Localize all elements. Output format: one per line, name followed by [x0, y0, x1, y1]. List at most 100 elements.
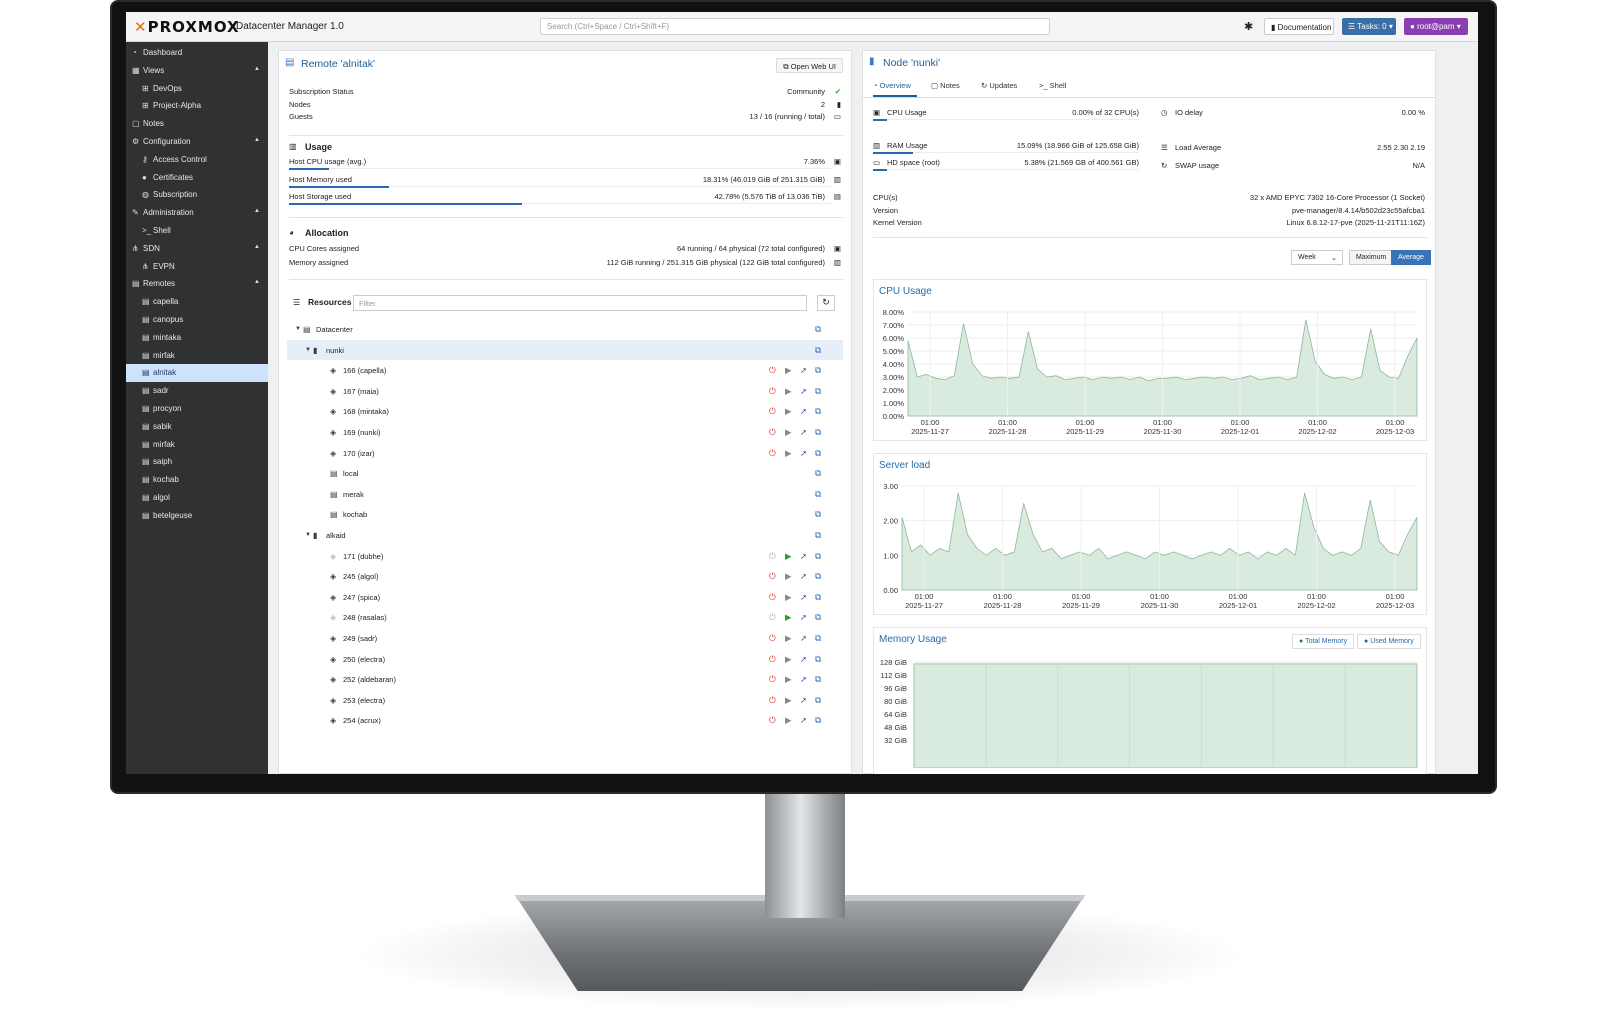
tree-row-guest[interactable]: ◈ 166 (capella) ⏻ ▶ ➚ ⧉	[287, 360, 843, 380]
sidebar-item-capella[interactable]: ▤ capella	[126, 293, 268, 311]
external-link-icon[interactable]: ⧉	[815, 468, 821, 479]
migrate-icon[interactable]: ➚	[800, 592, 807, 603]
tree-row-storage[interactable]: ▤ local ⧉	[287, 463, 843, 483]
sidebar-item-procyon[interactable]: ▤ procyon	[126, 400, 268, 418]
sidebar-item-dashboard[interactable]: ◔ Dashboard	[126, 44, 268, 62]
tree-row-guest[interactable]: ◈ 253 (electra) ⏻ ▶ ➚ ⧉	[287, 690, 843, 710]
external-link-icon[interactable]: ⧉	[815, 695, 821, 706]
sidebar-item-sabik[interactable]: ▤ sabik	[126, 418, 268, 436]
start-icon[interactable]: ▶	[785, 592, 792, 603]
power-icon[interactable]: ⏻	[769, 592, 776, 603]
sidebar-item-sadr[interactable]: ▤ sadr	[126, 382, 268, 400]
legend-total-memory[interactable]: ● Total Memory	[1292, 634, 1355, 649]
tree-row-guest[interactable]: ◈ 171 (dubhe) ⏻ ▶ ➚ ⧉	[287, 546, 843, 566]
sidebar-item-mirfak[interactable]: ▤ mirfak	[126, 347, 268, 365]
tree-row-guest[interactable]: ◈ 168 (mintaka) ⏻ ▶ ➚ ⧉	[287, 401, 843, 421]
external-link-icon[interactable]: ⧉	[815, 674, 821, 685]
sidebar-item-devops[interactable]: ⊞ DevOps	[126, 80, 268, 98]
sidebar-item-sdn[interactable]: ⋔ SDN ▲	[126, 240, 268, 258]
start-icon[interactable]: ▶	[785, 406, 792, 417]
tasks-button[interactable]: ☰ Tasks: 0 ▾	[1342, 18, 1396, 35]
migrate-icon[interactable]: ➚	[800, 365, 807, 376]
sidebar-item-project-alpha[interactable]: ⊞ Project-Alpha	[126, 97, 268, 115]
external-link-icon[interactable]: ⧉	[815, 324, 821, 335]
migrate-icon[interactable]: ➚	[800, 551, 807, 562]
start-icon[interactable]: ▶	[785, 612, 792, 623]
migrate-icon[interactable]: ➚	[800, 695, 807, 706]
external-link-icon[interactable]: ⧉	[815, 571, 821, 582]
sidebar-item-subscription[interactable]: ◍ Subscription	[126, 186, 268, 204]
start-icon[interactable]: ▶	[785, 654, 792, 665]
search-input[interactable]: Search (Ctrl+Space / Ctrl+Shift+F)	[540, 18, 1050, 35]
user-menu-button[interactable]: ● root@pam ▾	[1404, 18, 1468, 35]
external-link-icon[interactable]: ⧉	[815, 633, 821, 644]
caret-up-icon[interactable]: ▲	[254, 137, 260, 143]
sidebar-item-remotes[interactable]: ▤ Remotes ▲	[126, 275, 268, 293]
legend-used-memory[interactable]: ● Used Memory	[1357, 634, 1421, 649]
tree-row-guest[interactable]: ◈ 169 (nunki) ⏻ ▶ ➚ ⧉	[287, 422, 843, 442]
sidebar-item-administration[interactable]: ✎ Administration ▲	[126, 204, 268, 222]
open-web-ui-button[interactable]: ⧉ Open Web UI	[776, 58, 843, 73]
caret-down-icon[interactable]: ▼	[305, 347, 311, 353]
migrate-icon[interactable]: ➚	[800, 571, 807, 582]
start-icon[interactable]: ▶	[785, 551, 792, 562]
power-icon[interactable]: ⏻	[769, 674, 776, 685]
filter-input[interactable]: Filter	[353, 295, 807, 311]
theme-icon[interactable]: ✱	[1244, 20, 1253, 33]
tab-shell[interactable]: >_ Shell	[1039, 81, 1066, 90]
external-link-icon[interactable]: ⧉	[815, 530, 821, 541]
power-icon[interactable]: ⏻	[769, 386, 776, 397]
tab-overview[interactable]: ◔ Overview	[873, 81, 911, 90]
tree-row-guest[interactable]: ◈ 250 (electra) ⏻ ▶ ➚ ⧉	[287, 649, 843, 669]
power-icon[interactable]: ⏻	[769, 612, 776, 623]
migrate-icon[interactable]: ➚	[800, 386, 807, 397]
migrate-icon[interactable]: ➚	[800, 715, 807, 726]
power-icon[interactable]: ⏻	[769, 406, 776, 417]
power-icon[interactable]: ⏻	[769, 715, 776, 726]
sidebar-item-shell[interactable]: >_ Shell	[126, 222, 268, 240]
tab-notes[interactable]: ▢ Notes	[931, 81, 960, 90]
mode-average-button[interactable]: Average	[1391, 250, 1431, 265]
sidebar-item-saiph[interactable]: ▤ saiph	[126, 453, 268, 471]
tree-row-guest[interactable]: ◈ 170 (izar) ⏻ ▶ ➚ ⧉	[287, 443, 843, 463]
external-link-icon[interactable]: ⧉	[815, 654, 821, 665]
external-link-icon[interactable]: ⧉	[815, 489, 821, 500]
timeframe-select[interactable]: Week ⌄	[1291, 250, 1343, 265]
caret-up-icon[interactable]: ▲	[254, 244, 260, 250]
power-icon[interactable]: ⏻	[769, 427, 776, 438]
start-icon[interactable]: ▶	[785, 715, 792, 726]
power-icon[interactable]: ⏻	[769, 654, 776, 665]
tab-updates[interactable]: ↻ Updates	[981, 81, 1017, 90]
external-link-icon[interactable]: ⧉	[815, 612, 821, 623]
mode-maximum-button[interactable]: Maximum	[1349, 250, 1394, 265]
caret-up-icon[interactable]: ▲	[254, 66, 260, 72]
tree-row-node[interactable]: ▼ ▮ nunki ⧉	[287, 339, 843, 360]
power-icon[interactable]: ⏻	[769, 695, 776, 706]
external-link-icon[interactable]: ⧉	[815, 406, 821, 417]
external-link-icon[interactable]: ⧉	[815, 592, 821, 603]
external-link-icon[interactable]: ⧉	[815, 427, 821, 438]
start-icon[interactable]: ▶	[785, 427, 792, 438]
tree-row-guest[interactable]: ◈ 252 (aldebaran) ⏻ ▶ ➚ ⧉	[287, 669, 843, 689]
tree-row-storage[interactable]: ▤ kochab ⧉	[287, 504, 843, 524]
external-link-icon[interactable]: ⧉	[815, 551, 821, 562]
tree-row-guest[interactable]: ◈ 167 (maia) ⏻ ▶ ➚ ⧉	[287, 381, 843, 401]
sidebar-item-betelgeuse[interactable]: ▤ betelgeuse	[126, 507, 268, 525]
sidebar-item-mintaka[interactable]: ▤ mintaka	[126, 329, 268, 347]
migrate-icon[interactable]: ➚	[800, 633, 807, 644]
sidebar-item-mirfak[interactable]: ▤ mirfak	[126, 436, 268, 454]
tree-row-guest[interactable]: ◈ 249 (sadr) ⏻ ▶ ➚ ⧉	[287, 628, 843, 648]
start-icon[interactable]: ▶	[785, 365, 792, 376]
external-link-icon[interactable]: ⧉	[815, 365, 821, 376]
power-icon[interactable]: ⏻	[769, 551, 776, 562]
documentation-button[interactable]: ▮ Documentation	[1264, 18, 1334, 35]
start-icon[interactable]: ▶	[785, 448, 792, 459]
caret-up-icon[interactable]: ▲	[254, 208, 260, 214]
start-icon[interactable]: ▶	[785, 386, 792, 397]
tree-row-datacenter[interactable]: ▼ ▤ Datacenter ⧉	[287, 319, 843, 339]
refresh-button[interactable]: ↻	[817, 295, 835, 311]
migrate-icon[interactable]: ➚	[800, 612, 807, 623]
sidebar-item-access-control[interactable]: ⚷ Access Control	[126, 151, 268, 169]
tree-row-node[interactable]: ▼ ▮ alkaid ⧉	[287, 525, 843, 545]
start-icon[interactable]: ▶	[785, 633, 792, 644]
